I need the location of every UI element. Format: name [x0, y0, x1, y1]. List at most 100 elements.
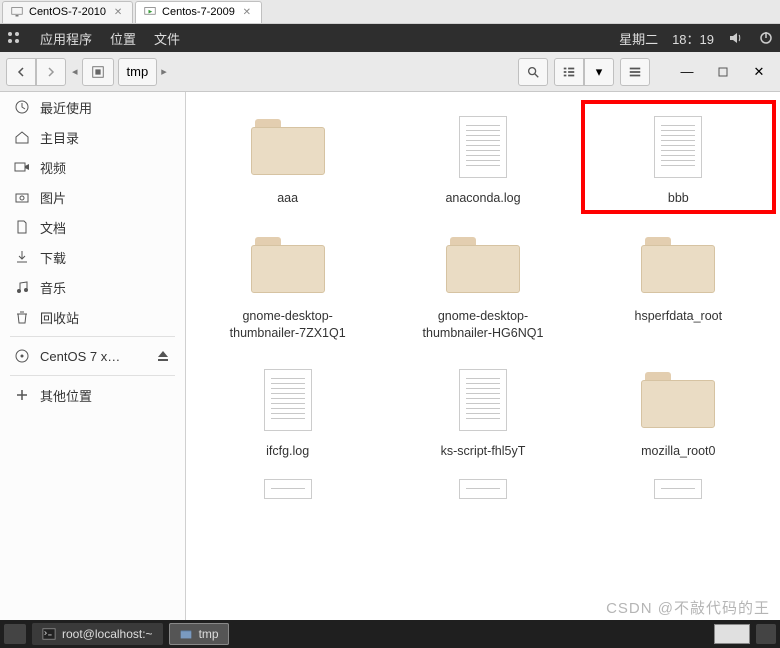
sidebar-item-downloads[interactable]: 下载: [0, 242, 185, 272]
file-label: ifcfg.log: [266, 443, 309, 459]
sidebar-item-documents[interactable]: 文档: [0, 212, 185, 242]
sidebar-item-videos[interactable]: 视频: [0, 152, 185, 182]
video-icon: [14, 159, 30, 175]
file-item[interactable]: bbb: [583, 102, 774, 212]
plus-icon: [14, 387, 30, 403]
taskbar-item-terminal[interactable]: root@localhost:~: [32, 623, 163, 645]
taskbar-item-label: tmp: [199, 627, 219, 641]
menu-files[interactable]: 文件: [154, 29, 180, 48]
sidebar-item-label: 回收站: [40, 308, 79, 327]
vm-tab-strip: CentOS-7-2010 ✕ Centos-7-2009 ✕: [0, 0, 780, 24]
file-label: gnome-desktop-thumbnailer-HG6NQ1: [413, 308, 553, 341]
folder-item[interactable]: aaa: [192, 102, 383, 212]
eject-icon[interactable]: [155, 348, 171, 364]
file-icon-view[interactable]: aaa anaconda.log bbb gnome-desktop-thumbnai…: [186, 92, 780, 620]
home-icon: [14, 129, 30, 145]
file-item[interactable]: anaconda.log: [387, 102, 578, 212]
view-list-button[interactable]: [554, 58, 584, 86]
sidebar-item-home[interactable]: 主目录: [0, 122, 185, 152]
menu-places[interactable]: 位置: [110, 29, 136, 48]
file-label: mozilla_root0: [641, 443, 715, 459]
breadcrumb: ◂ tmp ▸: [72, 58, 167, 86]
chevron-right-icon[interactable]: ▸: [161, 65, 167, 78]
show-desktop-button[interactable]: [4, 624, 26, 644]
sidebar-item-pictures[interactable]: 图片: [0, 182, 185, 212]
disc-icon: [14, 348, 30, 364]
document-icon: [264, 479, 312, 499]
workspace-indicator[interactable]: [714, 624, 750, 644]
clock-time: 18：19: [672, 29, 714, 48]
folder-icon: [641, 237, 715, 293]
file-item[interactable]: [583, 473, 774, 505]
window-close-button[interactable]: ✕: [744, 58, 774, 86]
close-icon[interactable]: ✕: [241, 6, 253, 18]
sidebar-item-label: CentOS 7 x…: [40, 349, 120, 364]
vm-tab-label: Centos-7-2009: [162, 6, 235, 18]
forward-button[interactable]: [36, 58, 66, 86]
breadcrumb-root[interactable]: [82, 58, 114, 86]
sidebar-item-label: 主目录: [40, 128, 79, 147]
document-icon: [14, 219, 30, 235]
window-minimize-button[interactable]: —: [672, 58, 702, 86]
folder-item[interactable]: gnome-desktop-thumbnailer-HG6NQ1: [387, 220, 578, 347]
search-button[interactable]: [518, 58, 548, 86]
folder-item[interactable]: mozilla_root0: [583, 355, 774, 465]
vm-tab[interactable]: CentOS-7-2010 ✕: [2, 1, 133, 23]
document-icon: [459, 479, 507, 499]
document-icon: [654, 479, 702, 499]
menu-applications[interactable]: 应用程序: [40, 29, 92, 48]
sidebar-item-label: 文档: [40, 218, 66, 237]
volume-icon[interactable]: [728, 30, 744, 46]
folder-icon: [251, 237, 325, 293]
sidebar-item-recent[interactable]: 最近使用: [0, 92, 185, 122]
vm-tab-label: CentOS-7-2010: [29, 6, 106, 18]
taskbar-item-files[interactable]: tmp: [169, 623, 229, 645]
breadcrumb-segment[interactable]: tmp: [118, 58, 158, 86]
document-icon: [654, 116, 702, 178]
file-label: ks-script-fhl5yT: [441, 443, 526, 459]
file-item[interactable]: [387, 473, 578, 505]
camera-icon: [14, 189, 30, 205]
folder-item[interactable]: gnome-desktop-thumbnailer-7ZX1Q1: [192, 220, 383, 347]
clock-icon: [14, 99, 30, 115]
file-label: aaa: [277, 190, 298, 206]
view-dropdown-button[interactable]: ▾: [584, 58, 614, 86]
hamburger-menu-button[interactable]: [620, 58, 650, 86]
close-icon[interactable]: ✕: [112, 6, 124, 18]
sidebar-item-trash[interactable]: 回收站: [0, 302, 185, 332]
breadcrumb-label: tmp: [127, 64, 149, 79]
download-icon: [14, 249, 30, 265]
file-item[interactable]: [192, 473, 383, 505]
file-label: gnome-desktop-thumbnailer-7ZX1Q1: [218, 308, 358, 341]
sidebar-item-disk[interactable]: CentOS 7 x…: [0, 341, 185, 371]
clock-day: 星期二: [619, 29, 658, 48]
terminal-icon: [42, 627, 56, 641]
places-sidebar: 最近使用 主目录 视频 图片 文档 下载 音乐 回收站: [0, 92, 186, 620]
file-item[interactable]: ks-script-fhl5yT: [387, 355, 578, 465]
sidebar-item-label: 视频: [40, 158, 66, 177]
folder-item[interactable]: hsperfdata_root: [583, 220, 774, 347]
music-icon: [14, 279, 30, 295]
back-button[interactable]: [6, 58, 36, 86]
document-icon: [459, 369, 507, 431]
document-icon: [264, 369, 312, 431]
sidebar-item-music[interactable]: 音乐: [0, 272, 185, 302]
folder-icon: [446, 237, 520, 293]
files-icon: [179, 627, 193, 641]
window-maximize-button[interactable]: [708, 58, 738, 86]
file-label: bbb: [668, 190, 689, 206]
vm-tab[interactable]: Centos-7-2009 ✕: [135, 1, 262, 23]
activities-icon[interactable]: [6, 30, 22, 46]
sidebar-item-other[interactable]: 其他位置: [0, 380, 185, 410]
tray-button[interactable]: [756, 624, 776, 644]
chevron-left-icon[interactable]: ◂: [72, 65, 78, 78]
watermark-text: CSDN @不敲代码的王: [606, 597, 770, 618]
files-toolbar: ◂ tmp ▸ ▾ — ✕: [0, 52, 780, 92]
power-icon[interactable]: [758, 30, 774, 46]
sidebar-item-label: 下载: [40, 248, 66, 267]
monitor-icon: [11, 6, 23, 18]
file-label: hsperfdata_root: [635, 308, 723, 324]
trash-icon: [14, 309, 30, 325]
document-icon: [459, 116, 507, 178]
file-item[interactable]: ifcfg.log: [192, 355, 383, 465]
